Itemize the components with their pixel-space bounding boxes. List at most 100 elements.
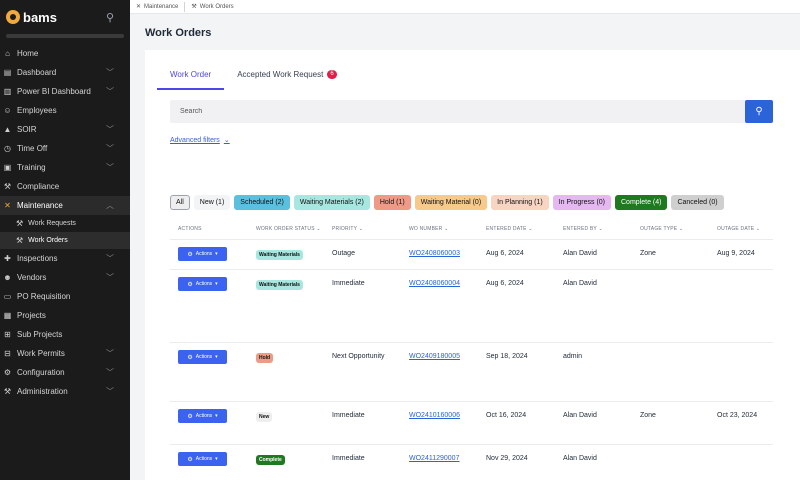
sidebar-item-configuration[interactable]: ⚙ Configuration ﹀: [0, 363, 130, 382]
filter-chip-new[interactable]: New (1): [193, 195, 231, 210]
table-row: ⚙ Actions ▾ Hold Next Opportunity WO2409…: [170, 343, 773, 402]
gear-icon: ⚙: [187, 354, 193, 361]
chevron-down-icon: ﹀: [106, 68, 114, 77]
chevron-down-icon: ﹀: [106, 349, 114, 358]
sidebar-item-label: Projects: [17, 311, 46, 320]
column-header-outage-type[interactable]: OUTAGE TYPE ⌄: [640, 226, 683, 232]
sidebar-item-label: Home: [17, 49, 39, 58]
sidebar-item-maintenance[interactable]: ✕ Maintenance ︿: [0, 196, 130, 215]
sidebar-item-label: Compliance: [17, 182, 60, 191]
status-badge: Waiting Materials: [256, 250, 303, 260]
caret-down-icon: ▾: [215, 354, 218, 360]
sort-icon: ⌄: [678, 226, 684, 232]
filter-chip-canceled[interactable]: Canceled (0): [671, 195, 724, 210]
breadcrumb-item-work-orders[interactable]: ⚒ Work Orders: [191, 3, 239, 11]
training-icon: ▣: [3, 163, 12, 172]
sidebar-item-administration[interactable]: ⚒ Administration ﹀: [0, 382, 130, 401]
advanced-filters-link[interactable]: Advanced filters ⌄: [170, 136, 230, 145]
actions-button[interactable]: ⚙ Actions ▾: [178, 247, 227, 261]
entered-by-cell: Alan David: [563, 412, 597, 419]
entered-date-cell: Sep 18, 2024: [486, 353, 528, 360]
column-header-entered-by[interactable]: ENTERED BY ⌄: [563, 226, 603, 232]
sidebar-item-inspections[interactable]: ✚ Inspections ﹀: [0, 249, 130, 268]
permit-icon: ⊟: [4, 349, 11, 358]
actions-button[interactable]: ⚙ Actions ▾: [178, 409, 227, 423]
vendor-icon: ☻: [3, 273, 12, 282]
wo-number-link[interactable]: WO2410160006: [409, 412, 460, 419]
priority-cell: Next Opportunity: [332, 353, 385, 360]
actions-button[interactable]: ⚙ Actions ▾: [178, 277, 227, 291]
gear-icon: ⚙: [187, 251, 193, 258]
sidebar-item-home[interactable]: ⌂ Home: [0, 44, 130, 63]
sidebar-item-training[interactable]: ▣ Training ﹀: [0, 158, 130, 177]
sidebar-item-label: SOIR: [17, 125, 37, 134]
entered-by-cell: Alan David: [563, 280, 597, 287]
breadcrumb-item-maintenance[interactable]: ✕ Maintenance: [136, 3, 184, 11]
inspection-icon: ✚: [4, 254, 11, 263]
count-badge: 6: [327, 70, 337, 79]
gear-icon: ⚙: [187, 456, 193, 463]
sort-icon: ⌄: [316, 226, 321, 232]
wo-number-link[interactable]: WO2408060004: [409, 280, 460, 287]
filter-chip-in-planning[interactable]: In Planning (1): [491, 195, 549, 210]
sidebar-item-label: Power BI Dashboard: [17, 87, 91, 96]
chart-icon: ▤: [3, 68, 12, 77]
search-input[interactable]: [170, 108, 745, 115]
filter-chip-hold[interactable]: Hold (1): [373, 195, 411, 210]
wo-number-link[interactable]: WO2411290007: [409, 455, 459, 462]
column-header-wo-number[interactable]: WO NUMBER ⌄: [409, 226, 448, 232]
sidebar-item-label: Inspections: [17, 254, 58, 263]
sidebar-item-po-requisition[interactable]: ▭ PO Requisition: [0, 287, 130, 306]
filter-chip-complete[interactable]: Complete (4): [615, 195, 668, 210]
sidebar-search-bar[interactable]: [6, 34, 124, 38]
sidebar-item-sub-projects[interactable]: ⊞ Sub Projects: [0, 325, 130, 344]
brand[interactable]: bams ⚲: [0, 0, 130, 34]
table-row: ⚙ Actions ▾ New Immediate WO2410160006 O…: [170, 402, 773, 445]
advanced-filters-label: Advanced filters: [170, 136, 220, 144]
sidebar-item-time-off[interactable]: ◷ Time Off ﹀: [0, 139, 130, 158]
sidebar-item-employees[interactable]: ☺ Employees: [0, 101, 130, 120]
sidebar-item-vendors[interactable]: ☻ Vendors ﹀: [0, 268, 130, 287]
chevron-down-icon: ﹀: [106, 254, 114, 263]
sort-icon: ⌄: [598, 226, 603, 232]
sidebar-item-dashboard[interactable]: ▤ Dashboard ﹀: [0, 63, 130, 82]
filter-chip-in-progress[interactable]: In Progress (0): [552, 195, 611, 210]
column-header-priority[interactable]: PRIORITY ⌄: [332, 226, 363, 232]
status-badge: Complete: [256, 455, 285, 465]
column-header-outage-date[interactable]: OUTAGE DATE ⌄: [717, 226, 760, 232]
pin-icon[interactable]: ⚲: [106, 11, 114, 24]
status-filter-bar: All New (1) Scheduled (2) Waiting Materials…: [170, 195, 728, 210]
sidebar-item-label: Configuration: [17, 368, 65, 377]
search-button[interactable]: ⚲: [745, 100, 773, 123]
actions-button[interactable]: ⚙ Actions ▾: [178, 350, 227, 364]
wrench-icon: ⚒: [16, 236, 24, 245]
breadcrumb-label: Work Orders: [199, 3, 234, 10]
tools-icon: ✕: [136, 4, 142, 10]
tab-bar: Work Order Accepted Work Request 6: [157, 62, 350, 90]
sidebar-item-work-permits[interactable]: ⊟ Work Permits ﹀: [0, 344, 130, 363]
tab-accepted-work-request[interactable]: Accepted Work Request 6: [224, 62, 349, 90]
sidebar-item-compliance[interactable]: ⚒ Compliance: [0, 177, 130, 196]
chevron-down-icon: ⌄: [223, 137, 230, 144]
filter-chip-waiting-materials[interactable]: Waiting Materials (2): [293, 195, 370, 210]
brand-logo-icon: [6, 10, 20, 24]
cart-icon: ▭: [3, 292, 12, 301]
sidebar-item-projects[interactable]: ▦ Projects: [0, 306, 130, 325]
tab-work-order[interactable]: Work Order: [157, 62, 225, 90]
filter-chip-scheduled[interactable]: Scheduled (2): [234, 195, 290, 210]
sidebar-subitem-work-requests[interactable]: ⚒ Work Requests: [0, 215, 130, 232]
sidebar-item-label: Vendors: [17, 273, 47, 282]
actions-button[interactable]: ⚙ Actions ▾: [178, 452, 227, 466]
wo-number-link[interactable]: WO2409180005: [409, 353, 460, 360]
filter-chip-waiting-material[interactable]: Waiting Material (0): [414, 195, 488, 210]
sidebar-item-power-bi-dashboard[interactable]: ▥ Power BI Dashboard ﹀: [0, 82, 130, 101]
column-header-entered-date[interactable]: ENTERED DATE ⌄: [486, 226, 533, 232]
chevron-down-icon: ﹀: [106, 368, 114, 377]
table-row: ⚙ Actions ▾ Waiting Materials Immediate …: [170, 270, 773, 343]
sidebar-item-soir[interactable]: ▲ SOIR ﹀: [0, 120, 130, 139]
wo-number-link[interactable]: WO2408060003: [409, 250, 460, 257]
column-header-work-order-status[interactable]: WORK ORDER STATUS ⌄: [256, 226, 321, 232]
filter-chip-all[interactable]: All: [170, 195, 190, 210]
sidebar-item-label: Sub Projects: [17, 330, 63, 339]
sidebar-subitem-work-orders[interactable]: ⚒ Work Orders: [0, 232, 130, 249]
